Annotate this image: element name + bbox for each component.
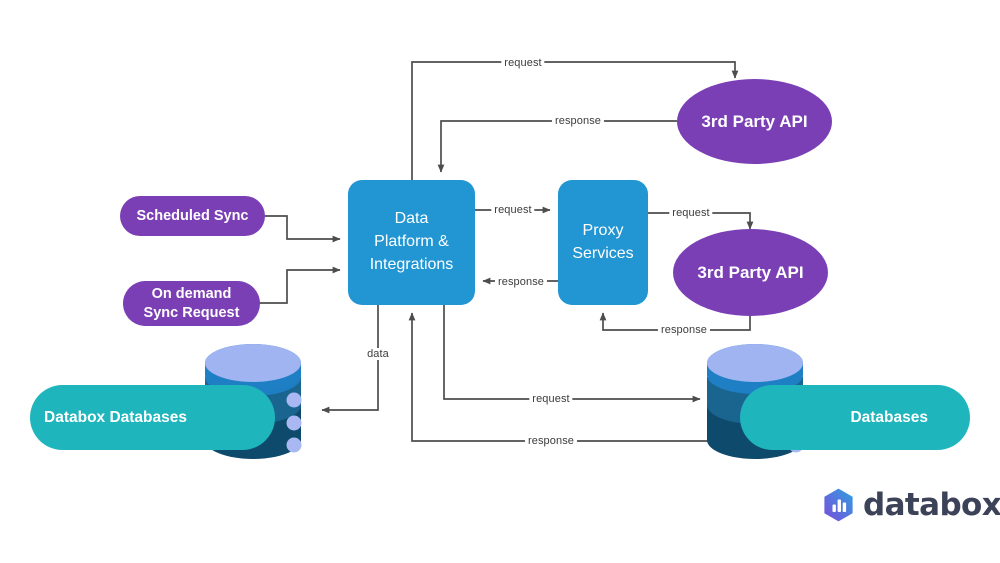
third-party-api-bottom-node[interactable]: 3rd Party API: [673, 229, 828, 316]
databox-databases-node[interactable]: Databox Databases: [30, 385, 275, 450]
third-party-api-top-node[interactable]: 3rd Party API: [677, 79, 832, 164]
databases-label: Databases: [850, 408, 928, 426]
edge-label-api-top-response: response: [551, 115, 605, 127]
proxy-label-line1: Proxy: [582, 221, 624, 239]
proxy-label-line2: Services: [572, 244, 634, 262]
scheduled-sync-node[interactable]: Scheduled Sync: [120, 196, 265, 236]
data-platform-integrations-node[interactable]: Data Platform & Integrations: [348, 180, 475, 305]
edge-label-proxy-response: response: [494, 276, 548, 288]
edge-label-db-request: request: [529, 393, 573, 405]
platform-label-line2: Platform &: [374, 233, 449, 251]
on-demand-label-line2: Sync Request: [143, 304, 240, 321]
databox-logo: databox: [823, 487, 1000, 523]
edge-label-api-bottom-response: response: [657, 324, 711, 336]
hexagon-bar-chart-icon: [824, 488, 853, 522]
third-party-api-top-label: 3rd Party API: [701, 111, 808, 131]
platform-label-line3: Integrations: [369, 255, 454, 273]
third-party-api-bottom-label: 3rd Party API: [697, 262, 804, 282]
edge-label-api-bottom-request: request: [669, 207, 713, 219]
databox-wordmark: databox: [863, 487, 1000, 523]
edge-label-proxy-request: request: [491, 204, 535, 216]
on-demand-sync-request-node[interactable]: On demand Sync Request: [123, 281, 260, 326]
edge-label-data: data: [364, 348, 392, 360]
edge-label-db-response: response: [524, 435, 578, 447]
on-demand-label-line1: On demand: [151, 286, 232, 303]
databases-node[interactable]: Databases: [740, 385, 970, 450]
diagram-canvas: Databox Databases Databases Scheduled Sy…: [0, 0, 1000, 563]
edge-label-api-top-request: request: [501, 57, 545, 69]
proxy-services-node[interactable]: Proxy Services: [558, 180, 648, 305]
scheduled-sync-label: Scheduled Sync: [136, 207, 249, 224]
databox-databases-label: Databox Databases: [44, 408, 188, 426]
platform-label-line1: Data: [394, 210, 429, 228]
